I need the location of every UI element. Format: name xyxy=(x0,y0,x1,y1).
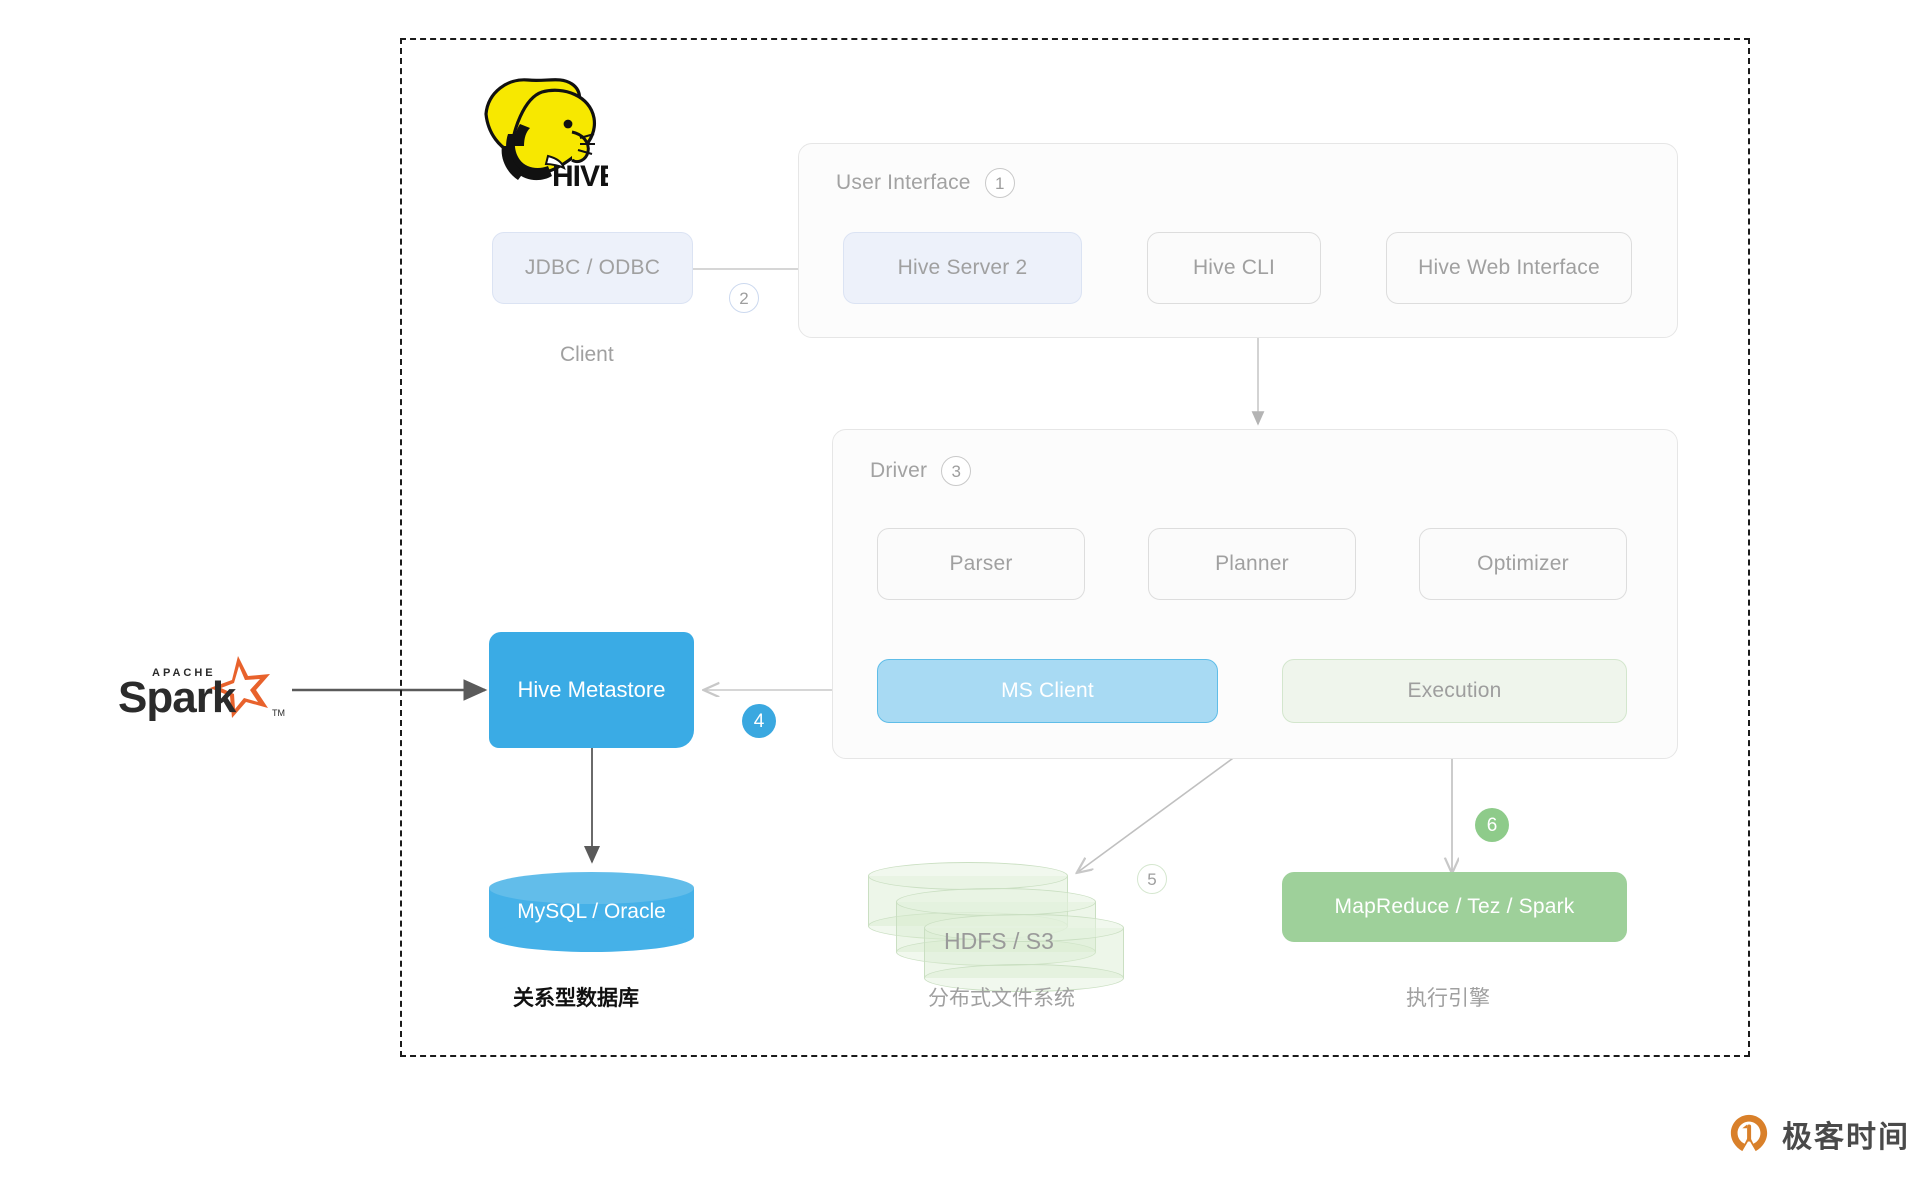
driver-title: Driver xyxy=(870,459,928,482)
driver-stage-parser[interactable]: Parser xyxy=(877,528,1085,600)
jdbc-odbc-label: JDBC / ODBC xyxy=(524,256,661,279)
relational-db-caption: 关系型数据库 xyxy=(513,987,639,1010)
geektime-brand-text: 极客时间 xyxy=(1782,1121,1910,1154)
execution-engine-box[interactable]: MapReduce / Tez / Spark xyxy=(1282,872,1627,942)
hdfs-s3-label: HDFS / S3 xyxy=(944,928,1054,954)
svg-text:HIVE: HIVE xyxy=(552,160,608,192)
cylinder-bottom-cap xyxy=(489,920,694,952)
step-badge-6: 6 xyxy=(1475,808,1509,842)
apache-spark-logo: APACHE Spark TM xyxy=(114,650,294,730)
client-caption: Client xyxy=(560,343,614,366)
execution-engine-label: MapReduce / Tez / Spark xyxy=(1334,895,1575,918)
relational-db-cylinder[interactable]: MySQL / Oracle xyxy=(489,872,694,952)
filesystem-caption: 分布式文件系统 xyxy=(928,987,1075,1010)
spark-tm: TM xyxy=(272,708,285,718)
driver-execution[interactable]: Execution xyxy=(1282,659,1627,723)
jdbc-odbc-box[interactable]: JDBC / ODBC xyxy=(492,232,693,304)
apache-hive-logo: HIVE xyxy=(468,62,619,193)
cylinder-top-cap xyxy=(868,862,1068,890)
driver-stage-label: Optimizer xyxy=(1477,552,1569,575)
execution-engine-caption: 执行引擎 xyxy=(1406,987,1490,1010)
step-badge-5: 5 xyxy=(1137,864,1167,894)
hive-metastore-label: Hive Metastore xyxy=(517,677,666,702)
relational-db-label: MySQL / Oracle xyxy=(517,900,666,923)
step-badge-2: 2 xyxy=(729,283,759,313)
step-badge-3: 3 xyxy=(941,456,972,486)
spark-wordmark: Spark xyxy=(118,673,237,722)
ui-item-hive-cli[interactable]: Hive CLI xyxy=(1147,232,1321,304)
ui-item-label: Hive CLI xyxy=(1192,256,1276,279)
driver-stage-optimizer[interactable]: Optimizer xyxy=(1419,528,1627,600)
driver-stage-label: Parser xyxy=(949,552,1013,575)
user-interface-title: User Interface xyxy=(836,171,971,194)
geektime-watermark: 极客时间 xyxy=(1728,1112,1910,1156)
ui-item-label: Hive Server 2 xyxy=(897,256,1028,279)
ui-item-hive-server-2[interactable]: Hive Server 2 xyxy=(843,232,1082,304)
step-badge-1: 1 xyxy=(984,168,1015,198)
driver-ms-client[interactable]: MS Client xyxy=(877,659,1218,723)
diagram-canvas: HIVE JDBC / ODBC Client 2 User Interface… xyxy=(0,0,1920,1192)
ui-item-hive-web-interface[interactable]: Hive Web Interface xyxy=(1386,232,1632,304)
ms-client-label: MS Client xyxy=(1001,679,1094,702)
geektime-logo-icon xyxy=(1730,1114,1768,1152)
driver-stage-planner[interactable]: Planner xyxy=(1148,528,1356,600)
cylinder-top-cap xyxy=(896,888,1096,916)
hive-metastore-box[interactable]: Hive Metastore xyxy=(489,632,694,748)
execution-label: Execution xyxy=(1407,679,1502,702)
driver-header: Driver 3 xyxy=(870,456,972,486)
user-interface-header: User Interface 1 xyxy=(836,168,1015,198)
ui-item-label: Hive Web Interface xyxy=(1418,256,1600,279)
driver-stage-label: Planner xyxy=(1215,552,1289,575)
hive-wordmark: HIVE xyxy=(552,160,619,193)
step-badge-4: 4 xyxy=(742,704,776,738)
